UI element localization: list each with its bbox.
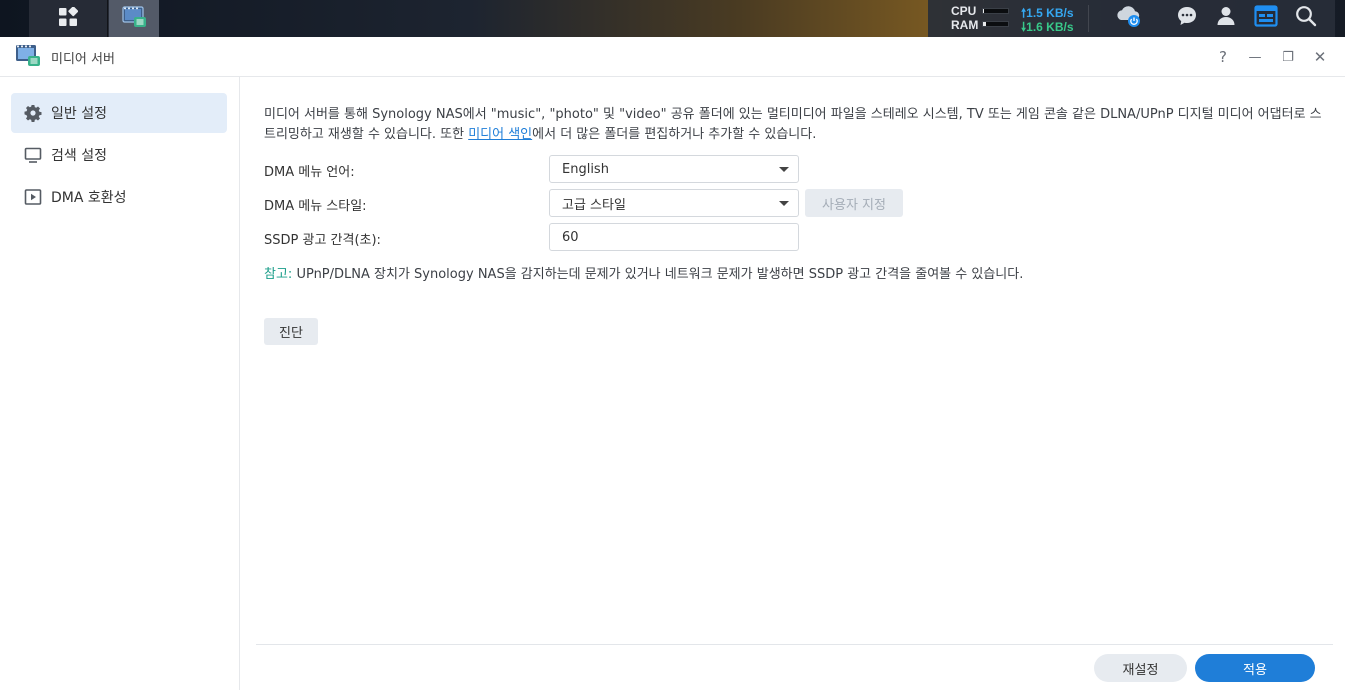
ram-usage-fill <box>983 22 986 26</box>
taskbar-status-group: CPU RAM 🠕1.5 KB/s 🠗1.6 KB/s <box>928 0 1335 37</box>
sidebar-item-general-settings[interactable]: 일반 설정 <box>11 93 227 133</box>
dma-menu-language-select[interactable]: English <box>549 155 799 183</box>
download-rate: 🠗1.6 KB/s <box>1021 18 1074 39</box>
sidebar-item-label: DMA 호환성 <box>51 190 127 206</box>
help-button[interactable]: ? <box>1212 46 1234 68</box>
widgets-button[interactable] <box>1253 5 1279 31</box>
ram-usage-bar <box>982 21 1009 27</box>
apply-button[interactable]: 적용 <box>1195 654 1315 682</box>
cloud-power-icon <box>1115 3 1143 33</box>
dma-menu-style-select[interactable]: 고급 스타일 <box>549 189 799 217</box>
user-button[interactable] <box>1213 5 1239 31</box>
reset-button[interactable]: 재설정 <box>1094 654 1187 682</box>
chat-icon <box>1176 5 1198 31</box>
play-icon <box>24 188 42 206</box>
user-icon <box>1215 5 1237 31</box>
ssdp-interval-input[interactable] <box>549 223 799 251</box>
taskbar-divider <box>1088 5 1089 32</box>
download-rate-value: 1.6 KB/s <box>1026 20 1074 34</box>
window-titlebar: 미디어 서버 ? — ❐ ✕ <box>0 37 1345 77</box>
restore-button[interactable]: ❐ <box>1277 46 1299 68</box>
widget-icon <box>1254 5 1278 31</box>
gear-icon <box>24 104 42 122</box>
taskbar: CPU RAM 🠕1.5 KB/s 🠗1.6 KB/s <box>0 0 1345 37</box>
media-index-link[interactable]: 미디어 색인 <box>468 127 532 142</box>
media-server-app-icon <box>15 44 41 68</box>
sidebar-item-label: 검색 설정 <box>51 148 107 164</box>
taskbar-separator <box>107 0 108 37</box>
sidebar: 일반 설정 검색 설정 DMA 호환성 <box>0 77 240 690</box>
window-title: 미디어 서버 <box>51 52 115 67</box>
description-text: 미디어 서버를 통해 Synology NAS에서 "music", "phot… <box>264 105 1324 145</box>
dma-menu-style-label: DMA 메뉴 스타일: <box>264 199 367 214</box>
cpu-usage-fill <box>983 9 985 13</box>
chevron-down-icon <box>779 201 789 206</box>
grid-icon <box>58 5 79 31</box>
monitor-icon <box>24 146 42 164</box>
taskbar-media-server-button[interactable] <box>109 0 159 37</box>
cloud-power-button[interactable] <box>1116 5 1142 31</box>
dma-menu-language-label: DMA 메뉴 언어: <box>264 165 355 180</box>
cpu-label: CPU <box>951 4 977 18</box>
ram-label: RAM <box>951 18 979 32</box>
main-panel: 미디어 서버를 통해 Synology NAS에서 "music", "phot… <box>241 77 1345 690</box>
note-tag: 참고: <box>264 267 293 282</box>
main-menu-button[interactable] <box>43 0 93 37</box>
cpu-usage-bar <box>982 8 1009 14</box>
dma-menu-style-value: 고급 스타일 <box>562 197 626 213</box>
ssdp-interval-label: SSDP 광고 간격(초): <box>264 233 381 248</box>
diagnose-button[interactable]: 진단 <box>264 318 318 345</box>
sidebar-item-dma-compatibility[interactable]: DMA 호환성 <box>11 177 227 217</box>
sidebar-item-search-settings[interactable]: 검색 설정 <box>11 135 227 175</box>
search-icon <box>1295 5 1317 31</box>
search-button[interactable] <box>1293 5 1319 31</box>
custom-style-button[interactable]: 사용자 지정 <box>805 189 903 217</box>
messages-button[interactable] <box>1174 5 1200 31</box>
sidebar-item-label: 일반 설정 <box>51 106 107 122</box>
note-text: 참고: UPnP/DLNA 장치가 Synology NAS을 감지하는데 문제… <box>264 263 1023 282</box>
description-part2: 에서 더 많은 폴더를 편집하거나 추가할 수 있습니다. <box>532 127 817 142</box>
media-server-icon <box>121 5 147 33</box>
footer-divider <box>256 644 1333 645</box>
note-body: UPnP/DLNA 장치가 Synology NAS을 감지하는데 문제가 있거… <box>292 267 1024 282</box>
dma-menu-language-value: English <box>562 161 609 177</box>
taskbar-app-group <box>29 0 159 37</box>
minimize-button[interactable]: — <box>1244 46 1266 68</box>
close-button[interactable]: ✕ <box>1309 46 1331 68</box>
chevron-down-icon <box>779 167 789 172</box>
